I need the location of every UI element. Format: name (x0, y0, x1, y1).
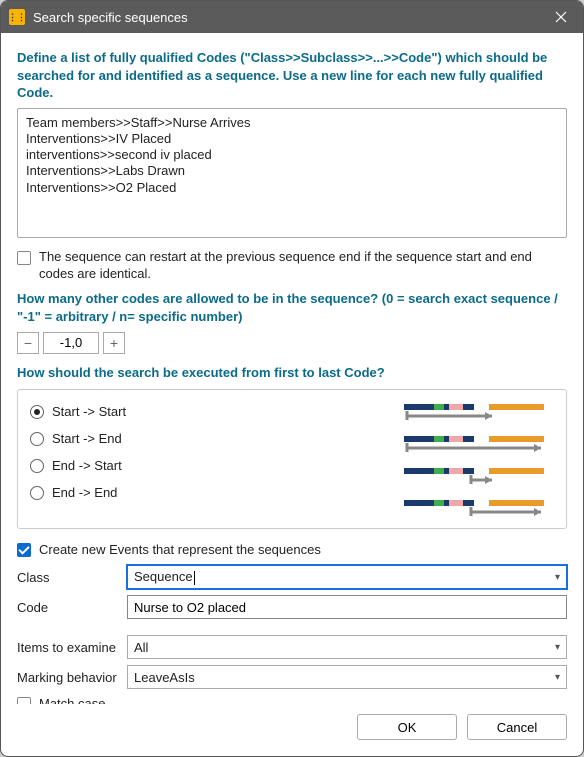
direction-option-label: End -> Start (52, 458, 122, 473)
create-events-checkbox[interactable] (17, 543, 31, 557)
code-input[interactable] (127, 595, 567, 619)
spinner-increment[interactable]: + (103, 332, 125, 354)
items-label: Items to examine (17, 640, 117, 655)
direction-option[interactable]: Start -> Start (30, 404, 404, 419)
close-button[interactable] (539, 1, 583, 33)
items-value: All (134, 640, 148, 655)
app-icon: ⋮⋮ (9, 9, 25, 25)
howmany-label: How many other codes are allowed to be i… (17, 290, 567, 325)
direction-option-label: End -> End (52, 485, 117, 500)
marking-label: Marking behavior (17, 670, 117, 685)
ok-button[interactable]: OK (357, 714, 457, 740)
marking-value: LeaveAsIs (134, 670, 195, 685)
count-spinner: − + (17, 332, 567, 354)
radio-button[interactable] (30, 432, 44, 446)
class-value: Sequence (134, 569, 193, 584)
chevron-down-icon: ▾ (555, 572, 560, 583)
cancel-button[interactable]: Cancel (467, 714, 567, 740)
direction-option[interactable]: End -> Start (30, 458, 404, 473)
direction-panel: Start -> Start Start -> End End -> Start En… (17, 389, 567, 529)
chevron-down-icon: ▾ (555, 672, 560, 683)
close-icon (555, 11, 567, 23)
chevron-down-icon: ▾ (555, 642, 560, 653)
code-label: Code (17, 600, 117, 615)
radio-button[interactable] (30, 459, 44, 473)
restart-label: The sequence can restart at the previous… (39, 249, 567, 283)
titlebar: ⋮⋮ Search specific sequences (1, 1, 583, 33)
items-select[interactable]: All ▾ (127, 635, 567, 659)
marking-select[interactable]: LeaveAsIs ▾ (127, 665, 567, 689)
restart-checkbox[interactable] (17, 251, 31, 265)
direction-graphic (404, 466, 554, 486)
direction-option[interactable]: Start -> End (30, 431, 404, 446)
direction-option-label: Start -> End (52, 431, 122, 446)
direction-label: How should the search be executed from f… (17, 364, 567, 382)
direction-graphic (404, 434, 554, 454)
spinner-input[interactable] (43, 332, 99, 354)
codes-textarea[interactable] (17, 108, 567, 238)
define-label: Define a list of fully qualified Codes (… (17, 49, 567, 102)
direction-graphic (404, 402, 554, 422)
class-select[interactable]: Sequence ▾ (127, 565, 567, 589)
spinner-decrement[interactable]: − (17, 332, 39, 354)
match-case-checkbox[interactable] (17, 697, 31, 704)
window-title: Search specific sequences (33, 10, 539, 25)
match-case-label: Match case (39, 696, 105, 704)
class-label: Class (17, 570, 117, 585)
direction-graphic (404, 498, 554, 518)
direction-option[interactable]: End -> End (30, 485, 404, 500)
direction-option-label: Start -> Start (52, 404, 126, 419)
radio-button[interactable] (30, 486, 44, 500)
radio-button[interactable] (30, 405, 44, 419)
create-events-label: Create new Events that represent the seq… (39, 542, 321, 557)
